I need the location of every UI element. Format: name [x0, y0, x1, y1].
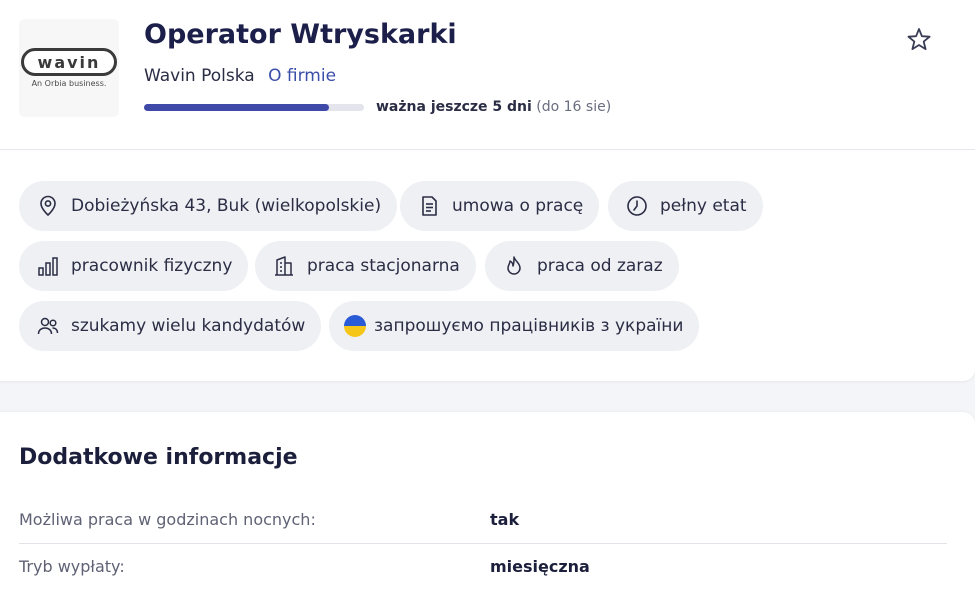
- job-header-card: wavin An Orbia business. Operator Wtrysk…: [0, 0, 975, 381]
- info-value: tak: [490, 510, 520, 529]
- info-row: Możliwa praca w godzinach nocnych: tak: [19, 498, 947, 544]
- building-icon: [272, 254, 296, 278]
- users-icon: [36, 314, 60, 338]
- chip-label: pełny etat: [660, 196, 747, 216]
- validity-end-date: (do 16 sie): [536, 99, 612, 115]
- chip-start-date: praca od zaraz: [485, 241, 679, 291]
- company-logo[interactable]: wavin An Orbia business.: [19, 19, 119, 117]
- logo-tagline: An Orbia business.: [31, 79, 107, 88]
- about-company-link[interactable]: O firmie: [268, 66, 336, 86]
- info-label: Tryb wypłaty:: [19, 557, 125, 576]
- validity-text: ważna jeszcze 5 dni (do 16 sie): [376, 99, 611, 115]
- bar-chart-icon: [36, 254, 60, 278]
- validity-progress-bar: [144, 104, 364, 111]
- chip-worker-type: pracownik fizyczny: [19, 241, 249, 291]
- clock-icon: [625, 194, 649, 218]
- chip-label: szukamy wielu kandydatów: [71, 316, 306, 336]
- location-pin-icon: [36, 194, 60, 218]
- additional-info-card: Dodatkowe informacje Możliwa praca w god…: [0, 412, 975, 589]
- info-value: miesięczna: [490, 557, 590, 576]
- chip-label: umowa o pracę: [452, 196, 584, 216]
- flame-icon: [502, 254, 526, 278]
- chip-label: praca stacjonarna: [307, 256, 460, 276]
- info-row: Tryb wypłaty: miesięczna: [19, 545, 947, 589]
- chip-contract-type: umowa o pracę: [400, 181, 600, 231]
- job-header: wavin An Orbia business. Operator Wtrysk…: [0, 0, 975, 150]
- logo-wordmark: wavin: [21, 48, 117, 76]
- chip-work-mode: praca stacjonarna: [255, 241, 476, 291]
- section-title: Dodatkowe informacje: [19, 445, 298, 470]
- ukraine-flag-icon: [343, 314, 367, 338]
- favorite-star-icon[interactable]: [905, 26, 933, 54]
- chip-recruitment: szukamy wielu kandydatów: [19, 301, 322, 351]
- chip-label: Dobieżyńska 43, Buk (wielkopolskie): [71, 196, 382, 216]
- company-line: Wavin Polska O firmie: [144, 66, 336, 86]
- chip-work-time: pełny etat: [608, 181, 763, 231]
- validity-remaining: ważna jeszcze 5 dni: [376, 99, 532, 115]
- chip-label: praca od zaraz: [537, 256, 663, 276]
- chip-label: pracownik fizyczny: [71, 256, 233, 276]
- validity-progress-fill: [144, 104, 329, 111]
- job-title: Operator Wtryskarki: [144, 19, 457, 50]
- info-label: Możliwa praca w godzinach nocnych:: [19, 510, 316, 529]
- company-name: Wavin Polska: [144, 66, 255, 86]
- chip-location: Dobieżyńska 43, Buk (wielkopolskie): [19, 181, 398, 231]
- document-icon: [417, 194, 441, 218]
- chip-label: запрошуємо працівників з україни: [374, 316, 684, 336]
- chip-ukraine: запрошуємо працівників з україни: [329, 301, 700, 351]
